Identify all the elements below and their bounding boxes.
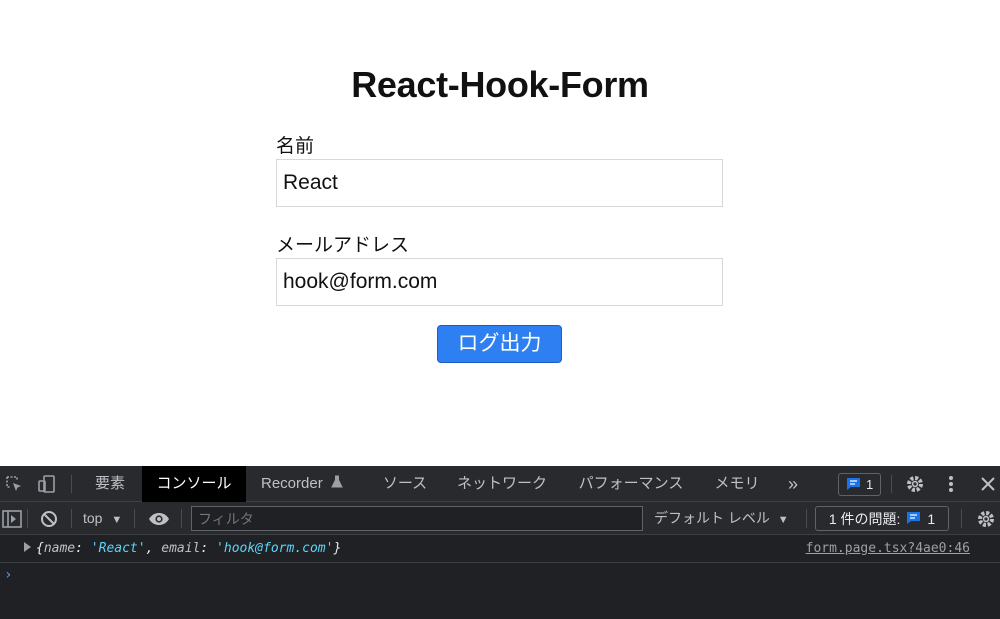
log-source-link[interactable]: form.page.tsx?4ae0:46 bbox=[806, 535, 970, 563]
devtools-tab-bar: 要素 コンソール Recorder ソース ネットワーク パフォーマンス メモリ… bbox=[0, 466, 1000, 502]
flask-icon bbox=[331, 466, 343, 502]
tab-elements[interactable]: 要素 bbox=[85, 466, 135, 502]
issues-button[interactable]: 1 件の問題: 1 bbox=[815, 506, 949, 531]
message-icon bbox=[846, 477, 861, 493]
log-key-name: name bbox=[43, 541, 76, 556]
divider bbox=[961, 509, 962, 528]
console-log-message: {name: 'React', email: 'hook@form.com'} … bbox=[0, 535, 1000, 563]
tab-memory[interactable]: メモリ bbox=[707, 466, 767, 502]
divider bbox=[134, 509, 135, 528]
settings-gear-icon[interactable] bbox=[902, 466, 928, 502]
log-brace-close: } bbox=[333, 541, 342, 556]
tab-performance[interactable]: パフォーマンス bbox=[571, 466, 691, 502]
expand-arrow-icon[interactable] bbox=[24, 542, 31, 552]
log-level-value: デフォルト レベル bbox=[654, 510, 770, 526]
log-key-email: email bbox=[161, 541, 201, 556]
chevron-down-icon: ▼ bbox=[777, 514, 789, 526]
issues-label: 1 件の問題: bbox=[828, 510, 901, 527]
filter-input[interactable] bbox=[191, 506, 643, 531]
divider bbox=[806, 509, 807, 528]
divider bbox=[181, 509, 182, 528]
devtools-panel: 要素 コンソール Recorder ソース ネットワーク パフォーマンス メモリ… bbox=[0, 466, 1000, 619]
log-value-name: 'React' bbox=[90, 541, 146, 556]
log-value-email: 'hook@form.com' bbox=[216, 541, 334, 556]
message-icon bbox=[906, 511, 921, 527]
console-toolbar: top ▼ デフォルト レベル ▼ 1 件の問題: 1 bbox=[0, 502, 1000, 535]
tab-recorder[interactable]: Recorder bbox=[253, 466, 363, 502]
tab-network[interactable]: ネットワーク bbox=[449, 466, 555, 502]
device-toolbar-icon[interactable] bbox=[34, 466, 60, 502]
divider bbox=[27, 509, 28, 528]
web-page: React-Hook-Form 名前 メールアドレス ログ出力 bbox=[0, 0, 1000, 466]
context-selector[interactable]: top ▼ bbox=[83, 502, 122, 535]
divider bbox=[891, 475, 892, 493]
log-level-selector[interactable]: デフォルト レベル ▼ bbox=[654, 502, 789, 535]
log-brace-open: { bbox=[36, 541, 44, 556]
more-tabs-button[interactable]: » bbox=[779, 466, 807, 502]
tab-recorder-label: Recorder bbox=[261, 475, 323, 492]
page-title: React-Hook-Form bbox=[351, 64, 649, 105]
console-settings-gear-icon[interactable] bbox=[974, 502, 998, 535]
message-count: 1 bbox=[866, 477, 874, 492]
issues-count: 1 bbox=[927, 510, 936, 527]
log-object[interactable]: {name: 'React', email: 'hook@form.com'} bbox=[36, 535, 341, 563]
context-value: top bbox=[83, 510, 103, 526]
eye-icon[interactable] bbox=[145, 502, 173, 535]
tab-console[interactable]: コンソール bbox=[142, 466, 246, 502]
show-sidebar-icon[interactable] bbox=[0, 502, 24, 535]
chevron-down-icon: ▼ bbox=[111, 514, 123, 526]
messages-badge[interactable]: 1 bbox=[838, 473, 882, 496]
inspect-element-icon[interactable] bbox=[2, 466, 26, 502]
more-options-icon[interactable] bbox=[940, 466, 962, 502]
clear-console-icon[interactable] bbox=[37, 502, 61, 535]
divider bbox=[71, 509, 72, 528]
email-input[interactable] bbox=[276, 258, 723, 306]
divider bbox=[71, 475, 72, 493]
email-label: メールアドレス bbox=[276, 235, 410, 256]
console-prompt-icon[interactable]: › bbox=[4, 567, 12, 583]
name-label: 名前 bbox=[276, 136, 315, 157]
tab-sources[interactable]: ソース bbox=[377, 466, 433, 502]
log-output-button[interactable]: ログ出力 bbox=[437, 325, 562, 363]
name-input[interactable] bbox=[276, 159, 723, 207]
close-icon[interactable] bbox=[976, 466, 1000, 502]
